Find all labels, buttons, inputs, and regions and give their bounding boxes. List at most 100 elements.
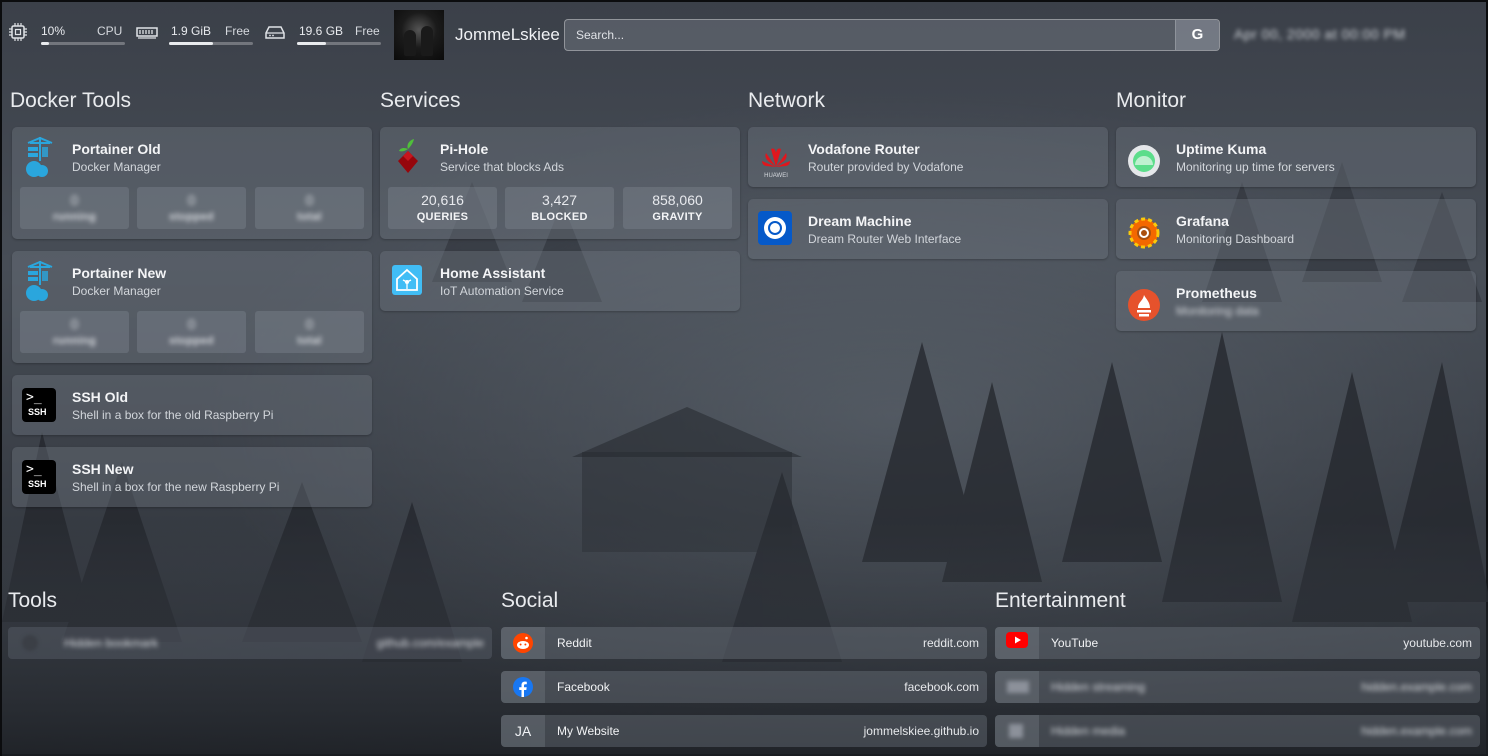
service-card-prometheus[interactable]: Prometheus Monitoring data (1116, 271, 1476, 331)
group-title-network: Network (748, 89, 826, 112)
service-card-ssh-new[interactable]: >_ SSH SSH New Shell in a box for the ne… (12, 447, 372, 507)
stat-blocked: 3,427 BLOCKED (505, 187, 614, 229)
bookmark-name: Facebook (557, 680, 610, 694)
youtube-icon (995, 627, 1039, 659)
cpu-label: CPU (97, 24, 123, 38)
card-description: Monitoring Dashboard (1176, 232, 1295, 246)
portainer-icon (26, 260, 53, 301)
ram-bar (169, 42, 253, 45)
card-description: Docker Manager (72, 160, 161, 174)
cpu-bar (41, 42, 125, 45)
facebook-icon (501, 671, 545, 703)
ram-icon (136, 27, 158, 39)
card-description: Service that blocks Ads (440, 160, 565, 174)
datetime: Apr 00, 2000 at 00:00 PM (1234, 26, 1406, 42)
stat-queries: 20,616 QUERIES (388, 187, 497, 229)
bookmark-icon (995, 715, 1039, 747)
bookmark-name: Hidden media (1051, 724, 1126, 738)
huawei-icon: HUAWEI (762, 148, 790, 179)
search-bar: G (564, 19, 1220, 51)
stat-box: 0 total (255, 311, 364, 353)
card-title: SSH New (72, 461, 134, 477)
bookmark-name: My Website (557, 724, 620, 738)
cpu-widget: 10% CPU (8, 16, 126, 50)
card-title: Dream Machine (808, 213, 912, 229)
bookmark-row[interactable]: Hidden bookmark github.com/example (8, 627, 492, 659)
bookmark-name: Hidden bookmark (64, 636, 159, 650)
terminal-icon: >_ SSH (22, 460, 56, 494)
terminal-icon: >_ SSH (22, 388, 56, 422)
bookmark-row[interactable]: Hidden streaming hidden.example.com (995, 671, 1480, 703)
ram-value: 1.9 GiB (171, 24, 212, 38)
card-description: Monitoring data (1176, 304, 1259, 318)
stats-row: 0 running 0 stopped 0 total (20, 311, 364, 353)
card-title: Uptime Kuma (1176, 141, 1267, 157)
pi-hole-icon (398, 139, 418, 173)
stat-box: 0 stopped (137, 187, 246, 229)
hard-drive-icon (265, 26, 285, 39)
stat-box: 0 stopped (137, 311, 246, 353)
ram-label: Free (225, 24, 250, 38)
service-card-home-assistant[interactable]: Home Assistant IoT Automation Service (380, 251, 740, 311)
service-card-pi-hole[interactable]: Pi-Hole Service that blocks Ads 20,616 QU… (380, 127, 740, 239)
card-description: Router provided by Vodafone (808, 160, 964, 174)
search-input[interactable] (565, 20, 1175, 50)
card-title: SSH Old (72, 389, 129, 405)
home-assistant-icon (392, 265, 422, 295)
card-title: Portainer New (72, 265, 167, 281)
service-card-uptime-kuma[interactable]: Uptime Kuma Monitoring up time for serve… (1116, 127, 1476, 187)
stat-box: 0 running (20, 311, 129, 353)
card-title: Grafana (1176, 213, 1229, 229)
bookmark-row-facebook[interactable]: Facebook facebook.com (501, 671, 987, 703)
disk-bar (297, 42, 381, 45)
bookmark-row-reddit[interactable]: Reddit reddit.com (501, 627, 987, 659)
google-search-button[interactable]: G (1175, 20, 1219, 50)
service-card-ssh-old[interactable]: >_ SSH SSH Old Shell in a box for the ol… (12, 375, 372, 435)
bookmark-row-my-website[interactable]: JA My Website jommelskiee.github.io (501, 715, 987, 747)
bookmark-name: Reddit (557, 636, 592, 650)
bookmark-url: hidden.example.com (1361, 680, 1472, 694)
group-title-tools: Tools (8, 589, 58, 612)
service-card-grafana[interactable]: Grafana Monitoring Dashboard (1116, 199, 1476, 259)
reddit-icon (501, 627, 545, 659)
prometheus-icon (1128, 289, 1160, 321)
bookmark-url: facebook.com (904, 680, 979, 694)
disk-value: 19.6 GB (299, 24, 344, 38)
bookmark-url: jommelskiee.github.io (863, 724, 979, 738)
uptime-kuma-icon (1128, 145, 1160, 177)
service-card-vodafone-router[interactable]: HUAWEI Vodafone Router Router provided b… (748, 127, 1108, 187)
service-card-portainer-new[interactable]: Portainer New Docker Manager 0 running 0s… (12, 251, 372, 363)
bookmark-row[interactable]: Hidden media hidden.example.com (995, 715, 1480, 747)
bookmark-icon (995, 671, 1039, 703)
card-description: Docker Manager (72, 284, 161, 298)
group-title-services: Services (380, 89, 461, 112)
grafana-icon (1128, 217, 1160, 249)
initials-icon: JA (501, 715, 545, 747)
card-title: Portainer Old (72, 141, 161, 157)
stat-box: 0 total (255, 187, 364, 229)
card-title: Home Assistant (440, 265, 546, 281)
card-title: Vodafone Router (808, 141, 920, 157)
bookmark-url: youtube.com (1403, 636, 1472, 650)
cpu-icon (9, 23, 27, 41)
bookmark-icon (8, 627, 52, 659)
username: JommeLskiee (455, 25, 560, 44)
stats-row: 0 running 0 stopped 0 total (20, 187, 364, 229)
bookmark-row-youtube[interactable]: YouTube youtube.com (995, 627, 1480, 659)
disk-label: Free (355, 24, 380, 38)
bookmark-name: Hidden streaming (1051, 680, 1146, 694)
card-description: IoT Automation Service (440, 284, 564, 298)
service-card-portainer-old[interactable]: Portainer Old Docker Manager 0 running 0s… (12, 127, 372, 239)
service-card-dream-machine[interactable]: Dream Machine Dream Router Web Interface (748, 199, 1108, 259)
ram-widget: 1.9 GiB Free (136, 16, 254, 50)
group-title-entertainment: Entertainment (995, 589, 1126, 612)
group-title-docker-tools: Docker Tools (10, 89, 131, 112)
card-description: Monitoring up time for servers (1176, 160, 1335, 174)
bookmark-url: reddit.com (922, 636, 979, 650)
avatar[interactable] (394, 10, 444, 60)
bookmark-name: YouTube (1051, 636, 1099, 650)
group-title-social: Social (501, 589, 559, 612)
disk-widget: 19.6 GB Free (264, 16, 382, 50)
card-description: Shell in a box for the old Raspberry Pi (72, 408, 274, 422)
card-description: Dream Router Web Interface (808, 232, 962, 246)
